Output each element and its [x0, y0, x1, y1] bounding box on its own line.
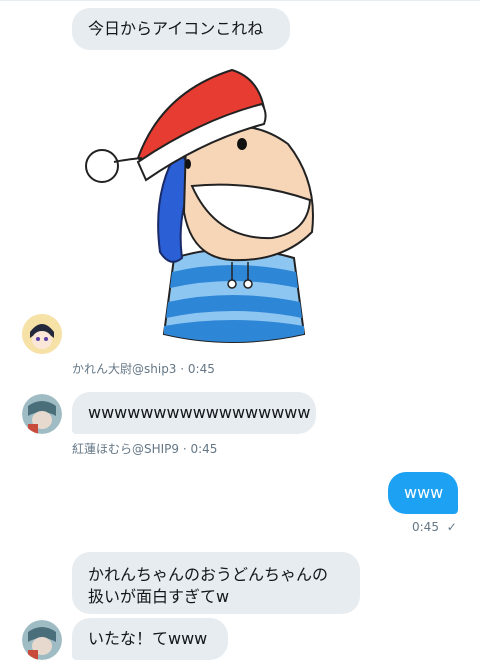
- top-divider: [0, 0, 480, 1]
- my-message-bubble[interactable]: www: [388, 472, 458, 514]
- santa-hat-character-sticker[interactable]: [82, 62, 318, 346]
- eye: [237, 138, 247, 150]
- hood-string-end: [227, 279, 237, 289]
- message-sender-time: 紅蓮ほむら@SHIP9 · 0:45: [72, 442, 218, 456]
- avatar[interactable]: [22, 314, 62, 354]
- message-sender-time: かれん大尉@ship3 · 0:45: [72, 362, 215, 376]
- striped-shirt: [162, 248, 306, 343]
- message-time-text: 0:45: [412, 520, 439, 534]
- eye: [185, 159, 191, 169]
- message-bubble[interactable]: かれんちゃんのおうどんちゃんの 扱いが面白すぎてw: [72, 552, 360, 614]
- read-check-icon: ✓: [446, 520, 457, 534]
- avatar[interactable]: [22, 620, 62, 660]
- message-bubble[interactable]: いたな！てwww: [72, 618, 228, 660]
- avatar[interactable]: [22, 394, 62, 434]
- hood-string-end: [243, 279, 253, 289]
- message-time: 0:45 ✓: [412, 520, 457, 534]
- message-bubble[interactable]: wwwwwwwwwwwwwwwww: [72, 392, 316, 434]
- message-bubble[interactable]: 今日からアイコンこれね: [72, 8, 290, 50]
- santa-hat-pompom: [85, 149, 119, 183]
